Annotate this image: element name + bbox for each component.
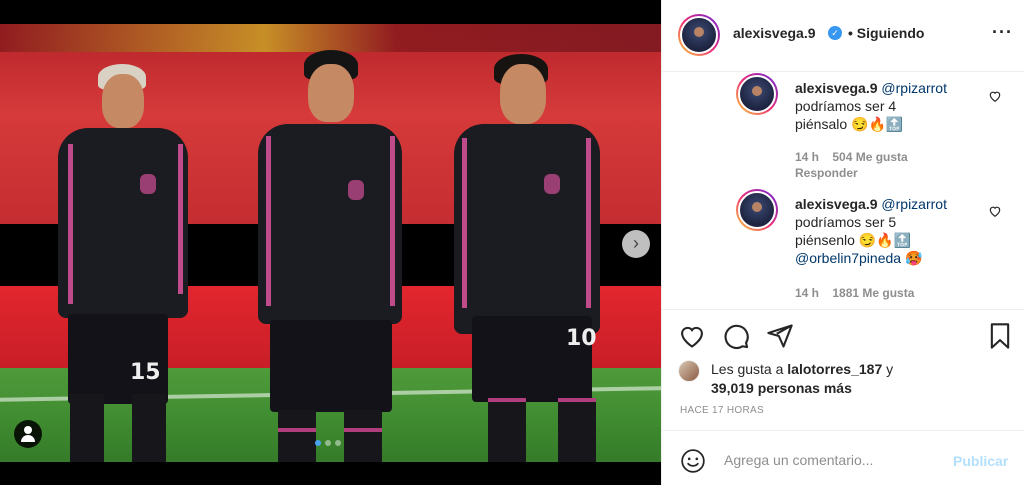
comment-avatar[interactable] [736, 189, 778, 231]
carousel-indicator [315, 440, 341, 446]
carousel-dot [315, 440, 321, 446]
verified-badge-icon: ✓ [828, 26, 842, 40]
comment-text: alexisvega.9 @rpizarrot podríamos ser 4 … [795, 80, 947, 132]
player-center [252, 50, 412, 462]
post-sidebar: alexisvega.9 ✓ • Siguiendo ··· alexisveg… [661, 0, 1024, 485]
post-actions [662, 309, 1024, 361]
next-image-button[interactable]: › [622, 230, 650, 258]
like-heart-icon[interactable] [678, 322, 706, 350]
comments-list: alexisvega.9 @rpizarrot podríamos ser 4 … [662, 73, 1024, 309]
comment-composer: Publicar [662, 430, 1024, 485]
share-send-icon[interactable] [766, 322, 794, 350]
chevron-right-icon: › [633, 233, 639, 253]
publish-button[interactable]: Publicar [953, 453, 1008, 469]
post-timestamp[interactable]: HACE 17 HORAS [680, 405, 764, 416]
comment-input[interactable] [724, 452, 944, 468]
comment-meta: 14 h 1881 Me gusta [795, 285, 914, 301]
tagged-users-button[interactable] [14, 420, 42, 448]
carousel-dot [335, 440, 341, 446]
stadium-roof [0, 24, 661, 52]
post-header: alexisvega.9 ✓ • Siguiendo ··· [662, 0, 1024, 72]
liker-username[interactable]: lalotorres_187 [787, 361, 882, 377]
player-right: 10 [448, 54, 608, 462]
comment-avatar[interactable] [736, 73, 778, 115]
reply-button[interactable]: Responder [795, 166, 858, 180]
jersey-number: 15 [130, 360, 161, 385]
comment-like-count[interactable]: 1881 Me gusta [832, 286, 914, 300]
post-photo[interactable]: 15 10 [0, 24, 661, 462]
comment-text: alexisvega.9 @rpizarrot podríamos ser 5 … [795, 196, 947, 266]
heart-icon[interactable] [988, 89, 1002, 103]
comment-mention[interactable]: @rpizarrot [881, 196, 947, 212]
comment-like-count[interactable]: 504 Me gusta [832, 150, 907, 164]
comment-item: alexisvega.9 @rpizarrot podríamos ser 4 … [736, 73, 1016, 183]
player-left: 15 [40, 64, 200, 462]
likes-count-link[interactable]: 39,019 personas más [711, 378, 852, 398]
save-bookmark-icon[interactable] [986, 322, 1014, 350]
comment-meta: 14 h 504 Me gusta Responder [795, 149, 908, 181]
author-avatar[interactable] [678, 14, 720, 56]
liker-avatar[interactable] [678, 360, 700, 382]
comment-time[interactable]: 14 h [795, 286, 819, 300]
more-options-icon[interactable]: ··· [992, 22, 1013, 43]
comment-item: alexisvega.9 @rpizarrot podríamos ser 5 … [736, 189, 1016, 309]
author-username[interactable]: alexisvega.9 [733, 25, 816, 41]
comment-bubble-icon[interactable] [722, 322, 750, 350]
comment-username[interactable]: alexisvega.9 [795, 80, 878, 96]
comment-username[interactable]: alexisvega.9 [795, 196, 878, 212]
follow-status-button[interactable]: • Siguiendo [848, 25, 924, 41]
post-media: 15 10 › [0, 0, 661, 485]
comment-mention[interactable]: @orbelin7pineda [795, 250, 901, 266]
carousel-dot [325, 440, 331, 446]
jersey-number: 10 [566, 326, 597, 351]
heart-icon[interactable] [988, 204, 1002, 218]
comment-time[interactable]: 14 h [795, 150, 819, 164]
comment-mention[interactable]: @rpizarrot [881, 80, 947, 96]
emoji-icon[interactable] [680, 448, 706, 474]
